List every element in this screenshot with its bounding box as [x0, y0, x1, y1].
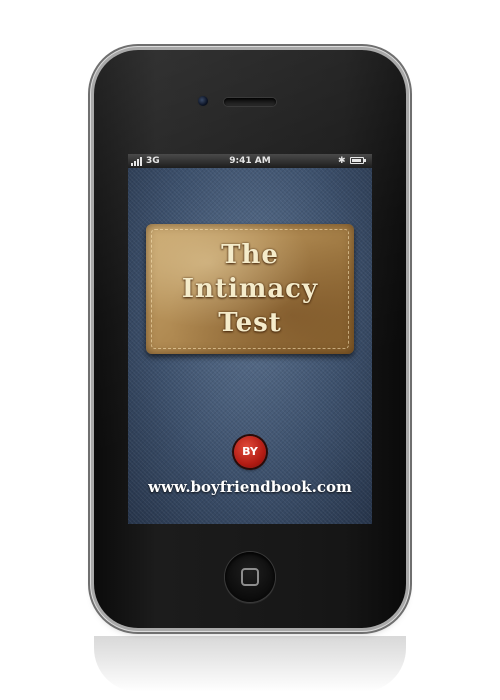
phone-screen: 3G 9:41 AM ✱ The Intimacy Test BY www.bo… — [128, 154, 372, 524]
home-square-icon — [241, 568, 259, 586]
website-link[interactable]: www.boyfriendbook.com — [128, 478, 372, 496]
bluetooth-icon: ✱ — [338, 156, 346, 166]
app-title-line-1: The — [221, 240, 279, 270]
title-leather-patch: The Intimacy Test — [146, 224, 354, 354]
home-button[interactable] — [225, 552, 275, 602]
status-bar: 3G 9:41 AM ✱ — [128, 154, 372, 168]
app-title-line-2: Intimacy — [181, 274, 319, 304]
battery-level-fill — [352, 159, 361, 162]
phone-body: 3G 9:41 AM ✱ The Intimacy Test BY www.bo… — [94, 50, 406, 628]
by-badge: BY — [234, 436, 266, 468]
app-title-line-3: Test — [218, 308, 282, 338]
status-time: 9:41 AM — [229, 156, 271, 166]
front-camera-icon — [198, 96, 208, 106]
battery-icon — [350, 157, 366, 164]
app-title: The Intimacy Test — [146, 238, 354, 340]
phone-reflection — [94, 636, 406, 692]
device-stage: 3G 9:41 AM ✱ The Intimacy Test BY www.bo… — [0, 0, 500, 700]
earpiece-speaker — [224, 98, 276, 106]
